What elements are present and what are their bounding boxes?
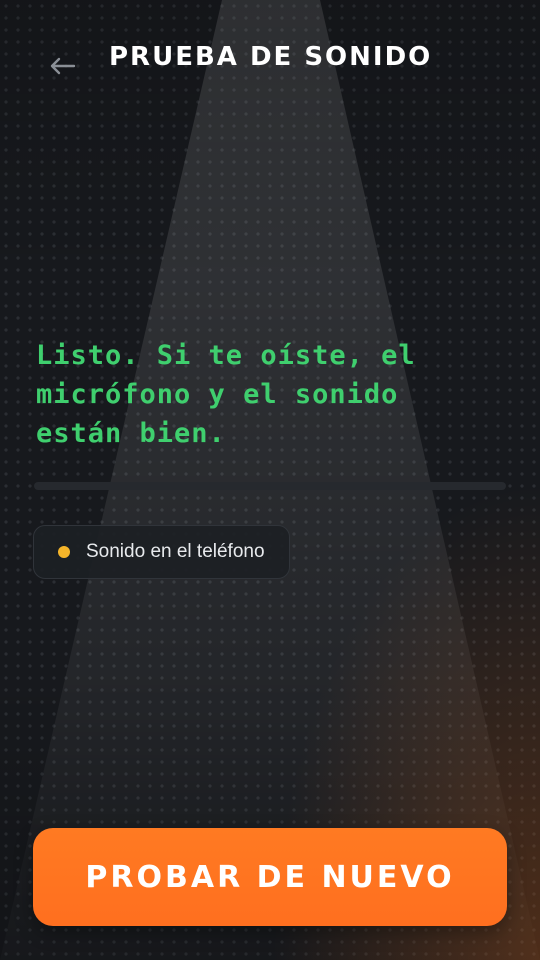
background-vignette [0, 0, 540, 960]
audio-output-chip[interactable]: Sonido en el teléfono [33, 525, 290, 579]
audio-output-label: Sonido en el teléfono [86, 541, 265, 562]
spotlight-beam [0, 0, 540, 960]
status-dot [58, 546, 70, 558]
arrow-left-icon [48, 56, 76, 80]
retry-button[interactable]: PROBAR DE NUEVO [33, 828, 507, 926]
status-message: Listo. Si te oíste, el micrófono y el so… [36, 340, 416, 449]
page-title: PRUEBA DE SONIDO [109, 42, 433, 72]
app-header: PRUEBA DE SONIDO [0, 0, 540, 120]
back-button[interactable] [40, 46, 84, 90]
divider [34, 482, 506, 490]
